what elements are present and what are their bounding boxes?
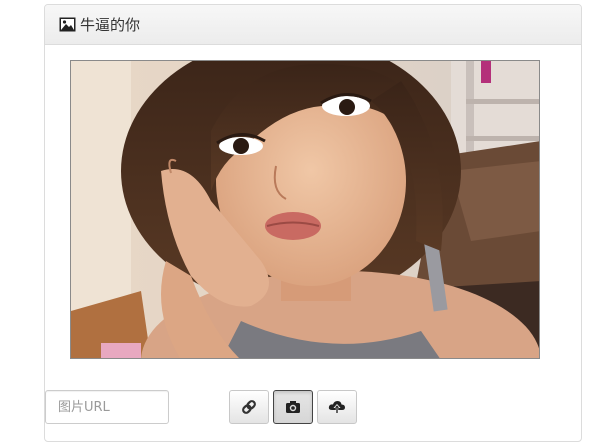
picture-icon bbox=[59, 17, 76, 32]
upload-button[interactable] bbox=[317, 390, 357, 424]
portrait-photo bbox=[70, 60, 540, 359]
image-url-input[interactable] bbox=[45, 390, 169, 424]
camera-icon bbox=[285, 400, 301, 414]
panel-heading: 牛逼的你 bbox=[45, 5, 581, 45]
link-icon bbox=[241, 399, 257, 415]
link-button[interactable] bbox=[229, 390, 269, 424]
image-panel: 牛逼的你 bbox=[44, 4, 582, 442]
panel-title: 牛逼的你 bbox=[80, 16, 141, 34]
upload-cloud-icon bbox=[328, 400, 346, 414]
camera-button[interactable] bbox=[273, 390, 313, 424]
